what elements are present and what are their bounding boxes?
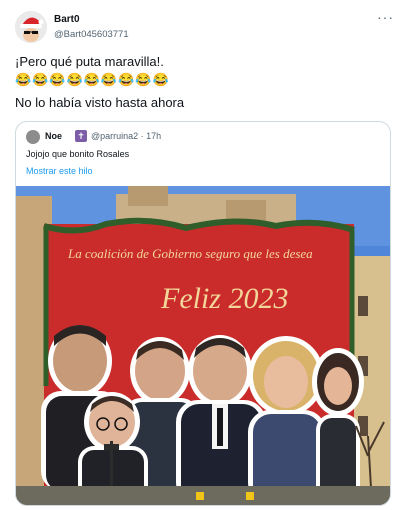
author-avatar[interactable] [15, 11, 47, 43]
quoted-author-handle-time[interactable]: @parruina2 · 17h [91, 131, 161, 141]
tweet-card: Bart0 @Bart045603771 ··· ¡Pero qué puta … [0, 0, 406, 510]
cross-icon: ✝ [75, 130, 87, 142]
tweet-text-emojis: 😂😂😂😂😂😂😂😂😂 [15, 72, 170, 87]
more-options-icon[interactable]: ··· [377, 9, 394, 25]
billboard-headline: La coalición de Gobierno seguro que les … [67, 246, 313, 261]
quoted-tweet[interactable]: Noe ✝ @parruina2 · 17h Jojojo que bonito… [15, 121, 391, 506]
tweet-text-line-1: ¡Pero qué puta maravilla!. [15, 54, 164, 69]
author-handle[interactable]: @Bart045603771 [54, 29, 129, 40]
show-thread-link[interactable]: Mostrar este hilo [26, 166, 93, 176]
quoted-author-name[interactable]: Noe [45, 131, 62, 141]
quoted-tweet-photo[interactable]: La coalición de Gobierno seguro que les … [16, 186, 390, 505]
person-cutout-5 [248, 336, 326, 505]
tweet-text-line-3: No lo había visto hasta ahora [15, 95, 185, 110]
billboard-greeting: Feliz 2023 [160, 282, 289, 315]
quoted-tweet-text: Jojojo que bonito Rosales [26, 149, 130, 159]
quoted-author-avatar[interactable] [26, 130, 40, 144]
author-name[interactable]: Bart0 [54, 14, 80, 25]
